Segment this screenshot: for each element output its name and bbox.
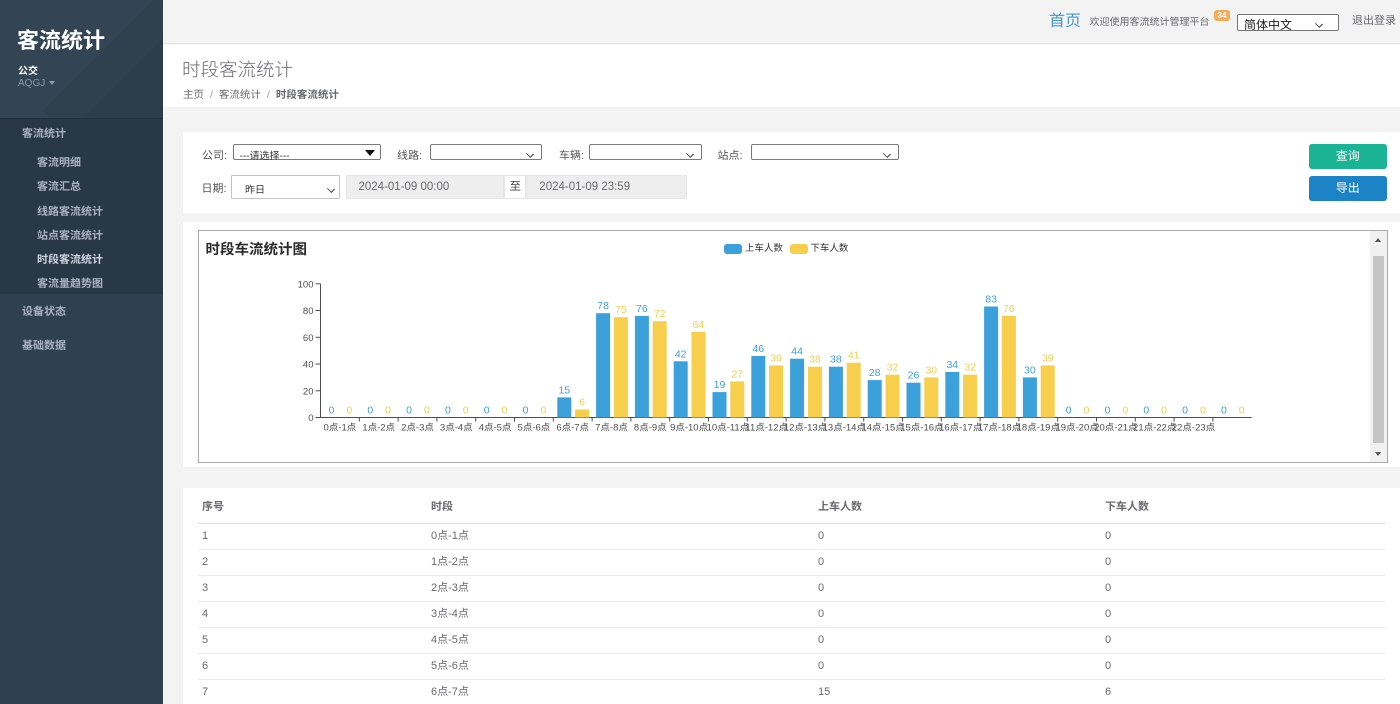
svg-text:20: 20 [302, 386, 313, 397]
svg-text:78: 78 [597, 300, 609, 312]
svg-text:15点-16点: 15点-16点 [900, 423, 944, 434]
svg-text:60: 60 [302, 333, 313, 344]
svg-text:72: 72 [653, 308, 665, 320]
svg-text:6: 6 [579, 397, 585, 409]
svg-text:44: 44 [791, 346, 803, 358]
svg-text:9点-10点: 9点-10点 [670, 423, 709, 434]
svg-text:0: 0 [385, 405, 391, 417]
svg-text:76: 76 [1003, 303, 1015, 315]
svg-text:13点-14点: 13点-14点 [822, 423, 866, 434]
svg-text:83: 83 [985, 294, 997, 306]
svg-text:12点-13点: 12点-13点 [783, 423, 827, 434]
svg-text:15: 15 [558, 384, 570, 396]
svg-text:3点-4点: 3点-4点 [439, 423, 472, 434]
svg-text:0: 0 [1104, 405, 1110, 417]
svg-text:0: 0 [1083, 405, 1089, 417]
svg-text:80: 80 [302, 306, 313, 317]
svg-text:0: 0 [462, 405, 468, 417]
svg-text:0: 0 [522, 405, 528, 417]
svg-text:0: 0 [444, 405, 450, 417]
svg-text:30: 30 [925, 364, 937, 376]
svg-text:6点-7点: 6点-7点 [556, 423, 589, 434]
svg-text:0: 0 [1065, 405, 1071, 417]
svg-text:17点-18点: 17点-18点 [977, 423, 1021, 434]
svg-text:75: 75 [615, 304, 627, 316]
svg-text:21点-22点: 21点-22点 [1133, 423, 1177, 434]
svg-text:7点-8点: 7点-8点 [595, 423, 628, 434]
svg-text:10点-11点: 10点-11点 [706, 423, 749, 434]
svg-text:38: 38 [830, 354, 842, 366]
svg-text:38: 38 [809, 354, 821, 366]
svg-text:34: 34 [946, 359, 958, 371]
svg-text:11点-12点: 11点-12点 [745, 423, 788, 434]
svg-text:19: 19 [713, 379, 725, 391]
svg-text:41: 41 [847, 350, 859, 362]
svg-text:76: 76 [636, 303, 648, 315]
svg-text:32: 32 [964, 362, 976, 374]
svg-text:4点-5点: 4点-5点 [478, 423, 511, 434]
svg-text:32: 32 [886, 362, 898, 374]
svg-text:16点-17点: 16点-17点 [939, 423, 983, 434]
svg-text:18点-19点: 18点-19点 [1016, 423, 1060, 434]
svg-text:46: 46 [752, 343, 764, 355]
svg-text:1点-2点: 1点-2点 [362, 423, 395, 434]
svg-text:39: 39 [770, 352, 782, 364]
svg-text:22点-23点: 22点-23点 [1171, 423, 1215, 434]
svg-text:0: 0 [1161, 405, 1167, 417]
svg-text:39: 39 [1041, 352, 1053, 364]
svg-text:0: 0 [328, 405, 334, 417]
svg-text:20点-21点: 20点-21点 [1094, 423, 1138, 434]
svg-text:8点-9点: 8点-9点 [633, 423, 666, 434]
svg-text:0: 0 [367, 405, 373, 417]
svg-text:100: 100 [297, 279, 313, 290]
svg-text:64: 64 [692, 319, 704, 331]
svg-text:0: 0 [540, 405, 546, 417]
svg-text:0: 0 [1238, 405, 1244, 417]
svg-text:40: 40 [302, 360, 313, 371]
svg-text:0: 0 [501, 405, 507, 417]
svg-text:42: 42 [674, 348, 686, 360]
svg-text:14点-15点: 14点-15点 [861, 423, 905, 434]
svg-text:0点-1点: 0点-1点 [323, 423, 356, 434]
svg-text:0: 0 [1143, 405, 1149, 417]
svg-text:28: 28 [868, 367, 880, 379]
svg-text:0: 0 [308, 413, 313, 424]
svg-text:2点-3点: 2点-3点 [401, 423, 434, 434]
svg-text:0: 0 [346, 405, 352, 417]
svg-text:26: 26 [907, 370, 919, 382]
svg-text:19点-20点: 19点-20点 [1055, 423, 1099, 434]
svg-text:0: 0 [1220, 405, 1226, 417]
svg-text:27: 27 [731, 368, 743, 380]
svg-text:30: 30 [1024, 364, 1036, 376]
svg-text:0: 0 [1182, 405, 1188, 417]
svg-text:0: 0 [423, 405, 429, 417]
svg-text:5点-6点: 5点-6点 [517, 423, 550, 434]
svg-text:0: 0 [406, 405, 412, 417]
svg-text:0: 0 [1199, 405, 1205, 417]
svg-text:0: 0 [1122, 405, 1128, 417]
svg-text:0: 0 [483, 405, 489, 417]
